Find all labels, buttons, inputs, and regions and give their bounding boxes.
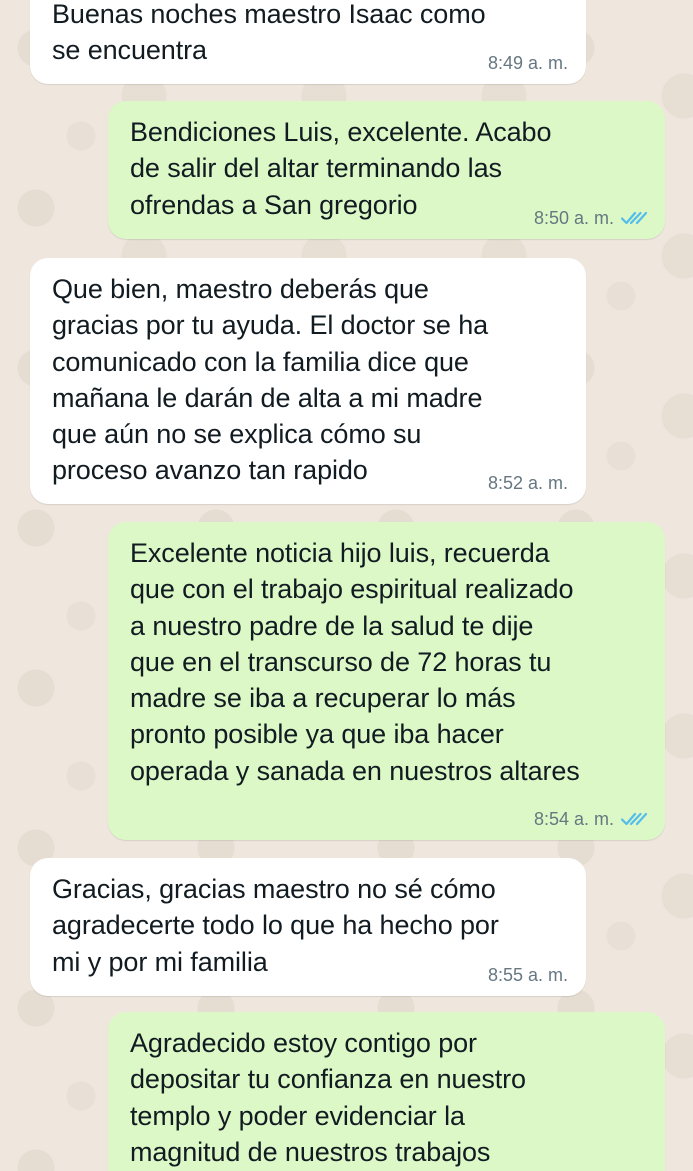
message-text: Excelente noticia hijo luis, recuerda qu… [130,538,580,786]
message-meta: 8:50 a. m. [534,209,647,227]
message-time: 8:54 a. m. [533,809,614,829]
message-time: 8:50 a. m. [533,208,614,228]
message-text: Gracias, gracias maestro no sé cómo agra… [52,874,499,977]
outgoing-message[interactable]: Agradecido estoy contigo por depositar t… [108,1012,665,1171]
message-text: Buenas noches maestro Isaac como se encu… [52,0,486,66]
double-check-read-icon [621,811,647,827]
message-meta: 8:52 a. m. [488,474,568,492]
message-time: 8:52 a. m. [487,473,568,493]
message-meta: 8:54 a. m. [534,810,647,828]
incoming-message[interactable]: Buenas noches maestro Isaac como se encu… [30,0,586,84]
outgoing-message[interactable]: Excelente noticia hijo luis, recuerda qu… [108,522,665,840]
double-check-read-icon [621,210,647,226]
message-time: 8:55 a. m. [487,965,568,985]
message-meta: 8:55 a. m. [488,966,568,984]
incoming-message[interactable]: Que bien, maestro deberás que gracias po… [30,258,586,504]
outgoing-message[interactable]: Bendiciones Luis, excelente. Acabo de sa… [108,101,665,239]
message-text: Que bien, maestro deberás que gracias po… [52,274,489,486]
message-time: 8:49 a. m. [487,53,568,73]
message-meta: 8:49 a. m. [488,54,568,72]
message-text: Bendiciones Luis, excelente. Acabo de sa… [130,117,552,220]
message-text: Agradecido estoy contigo por depositar t… [130,1028,526,1167]
incoming-message[interactable]: Gracias, gracias maestro no sé cómo agra… [30,858,586,996]
